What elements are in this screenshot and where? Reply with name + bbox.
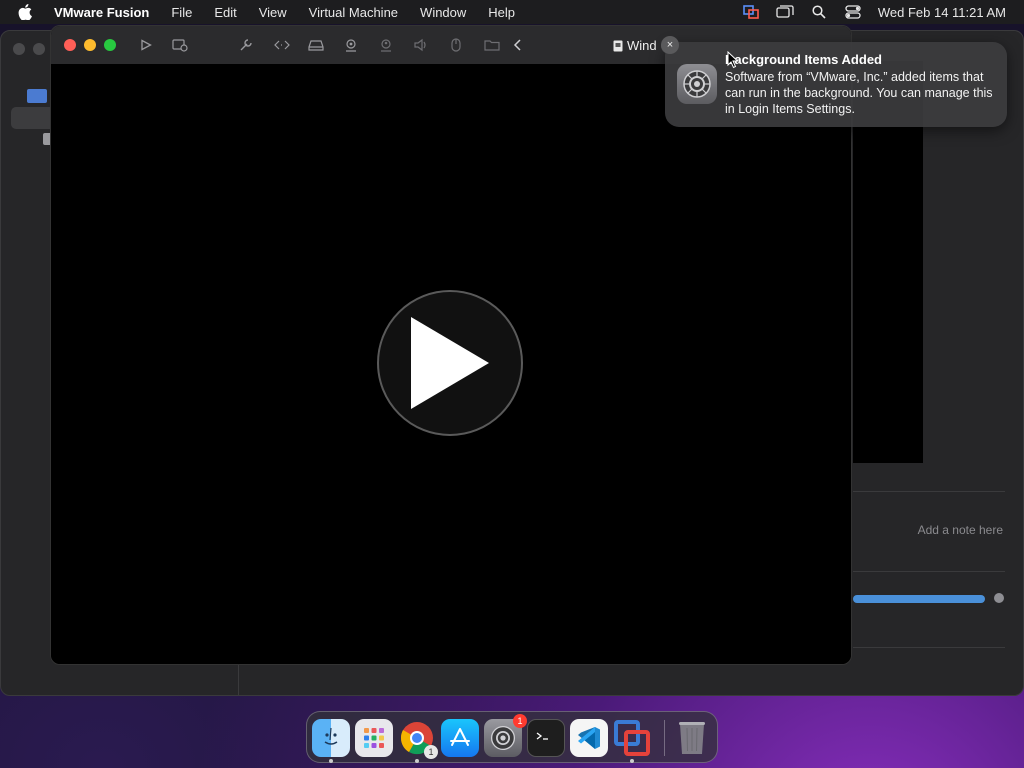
screen-mirroring-icon[interactable] <box>768 0 802 24</box>
library-divider <box>853 647 1005 648</box>
code-arrows-icon[interactable] <box>274 37 290 53</box>
window-close-button[interactable] <box>64 39 76 51</box>
vm-document-icon <box>613 40 623 51</box>
menu-clock[interactable]: Wed Feb 14 11:21 AM <box>870 5 1024 20</box>
menu-bar: VMware Fusion File Edit View Virtual Mac… <box>0 0 1024 24</box>
vm-display[interactable] <box>51 64 851 664</box>
user-share-icon[interactable] <box>378 37 394 53</box>
notification-title: Background Items Added <box>725 52 882 67</box>
system-settings-badge: 1 <box>513 714 527 728</box>
menu-view[interactable]: View <box>248 5 298 20</box>
window-maximize-button[interactable] <box>104 39 116 51</box>
menu-help[interactable]: Help <box>477 5 526 20</box>
vscode-icon[interactable] <box>570 719 608 757</box>
vm-note-field[interactable]: Add a note here <box>918 523 1003 537</box>
menu-file[interactable]: File <box>160 5 203 20</box>
chrome-icon[interactable]: 1 <box>398 719 438 759</box>
trash-icon[interactable] <box>673 719 711 757</box>
usb-device-icon[interactable] <box>448 37 464 53</box>
control-center-icon[interactable] <box>836 0 870 24</box>
terminal-icon[interactable] <box>527 719 565 757</box>
dock-running-indicator <box>630 759 634 763</box>
menu-edit[interactable]: Edit <box>203 5 247 20</box>
shared-folder-icon[interactable] <box>484 37 500 53</box>
apple-menu-icon[interactable] <box>18 4 34 20</box>
launchpad-icon[interactable] <box>355 719 393 757</box>
menu-window[interactable]: Window <box>409 5 477 20</box>
library-minimize-button[interactable] <box>33 43 45 55</box>
background-items-notification[interactable]: × Background Items Added Software from “… <box>661 36 1007 127</box>
library-close-button[interactable] <box>13 43 25 55</box>
sound-icon[interactable] <box>413 37 429 53</box>
finder-icon[interactable] <box>312 719 350 757</box>
chevron-left-icon[interactable] <box>510 37 526 53</box>
vmware-status-icon[interactable] <box>734 0 768 24</box>
vm-window-title: Wind <box>613 38 657 53</box>
library-sidebar-monitor-icon[interactable] <box>27 89 47 103</box>
play-icon <box>411 317 489 409</box>
dock-running-indicator <box>329 759 333 763</box>
vm-window-title-text: Wind <box>627 38 657 53</box>
dock-running-indicator <box>415 759 419 763</box>
menu-app-name[interactable]: VMware Fusion <box>48 5 160 20</box>
vmware-fusion-icon[interactable] <box>613 719 651 757</box>
dock: 1 1 <box>306 711 718 763</box>
notification-body: Software from “VMware, Inc.” added items… <box>725 70 993 116</box>
library-divider <box>853 491 1005 492</box>
chrome-window-count: 1 <box>424 745 438 759</box>
storage-usage-bar <box>853 595 985 603</box>
camera-icon[interactable] <box>343 37 359 53</box>
hard-disk-icon[interactable] <box>308 37 324 53</box>
settings-wrench-icon[interactable] <box>238 37 254 53</box>
start-vm-play-button[interactable] <box>377 290 523 436</box>
window-minimize-button[interactable] <box>84 39 96 51</box>
system-settings-icon[interactable]: 1 <box>484 714 527 757</box>
menu-virtual-machine[interactable]: Virtual Machine <box>298 5 409 20</box>
system-settings-gear-icon <box>677 64 717 104</box>
dock-separator <box>664 720 665 756</box>
library-divider <box>853 571 1005 572</box>
app-store-icon[interactable] <box>441 719 479 757</box>
snapshot-icon[interactable] <box>172 37 188 53</box>
play-vm-icon[interactable] <box>138 37 154 53</box>
spotlight-search-icon[interactable] <box>802 0 836 24</box>
mouse-pointer-icon <box>727 51 739 69</box>
storage-info-icon[interactable] <box>994 593 1004 603</box>
notification-close-button[interactable]: × <box>661 36 679 54</box>
